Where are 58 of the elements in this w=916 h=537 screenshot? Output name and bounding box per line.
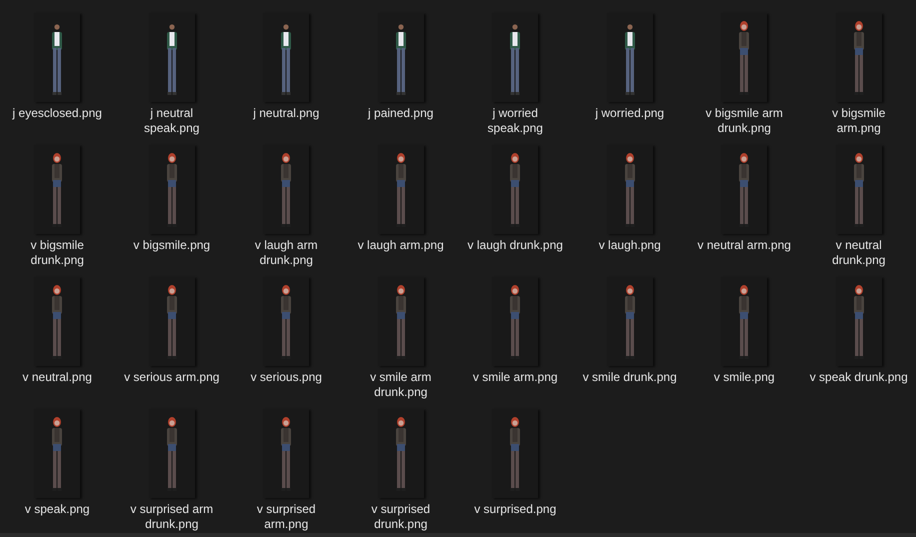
file-item[interactable]: v serious arm.png [114, 277, 229, 407]
file-name: v surprised.png [473, 502, 558, 517]
file-item[interactable]: v bigsmile arm.png [802, 13, 916, 143]
file-name: j pained.png [366, 106, 434, 121]
file-name: v smile.png [712, 370, 776, 385]
file-item[interactable]: v bigsmile arm drunk.png [687, 13, 802, 143]
file-name: v smile arm.png [472, 370, 559, 385]
file-item[interactable]: j neutral.png [229, 13, 344, 143]
file-name: v bigsmile arm.png [831, 106, 886, 136]
file-name: v speak drunk.png [808, 370, 909, 385]
file-item[interactable]: v surprised drunk.png [344, 409, 458, 533]
file-item[interactable]: v surprised arm drunk.png [114, 409, 229, 533]
file-name: j worried.png [594, 106, 666, 121]
file-name: j neutral speak.png [143, 106, 200, 136]
file-item[interactable]: v smile arm drunk.png [344, 277, 458, 407]
file-item[interactable]: j pained.png [344, 13, 458, 143]
file-name: v neutral arm.png [696, 238, 792, 253]
file-item[interactable]: j worried.png [572, 13, 687, 143]
file-name: v surprised arm drunk.png [129, 502, 214, 532]
file-name: v laugh drunk.png [466, 238, 564, 253]
file-name: j neutral.png [252, 106, 320, 121]
file-name: v bigsmile.png [132, 238, 212, 253]
file-item[interactable]: v surprised.png [458, 409, 572, 533]
file-name: v speak.png [24, 502, 91, 517]
file-item[interactable]: v laugh arm.png [344, 145, 458, 275]
file-item[interactable]: v serious.png [229, 277, 344, 407]
file-name: j eyesclosed.png [11, 106, 103, 121]
file-name: v smile drunk.png [582, 370, 678, 385]
file-item[interactable]: j neutral speak.png [114, 13, 229, 143]
file-item[interactable]: v speak drunk.png [802, 277, 916, 407]
file-item[interactable]: v bigsmile.png [114, 145, 229, 275]
file-item[interactable]: v neutral.png [0, 277, 114, 407]
file-item[interactable]: v neutral arm.png [687, 145, 802, 275]
file-name: v bigsmile drunk.png [30, 238, 85, 268]
file-name: v surprised drunk.png [370, 502, 432, 532]
file-item[interactable]: v smile drunk.png [572, 277, 687, 407]
file-name: v serious arm.png [123, 370, 220, 385]
file-item[interactable]: v surprised arm.png [229, 409, 344, 533]
file-item[interactable]: v smile arm.png [458, 277, 572, 407]
file-item[interactable]: v laugh drunk.png [458, 145, 572, 275]
file-item[interactable]: v neutral drunk.png [802, 145, 916, 275]
file-item[interactable]: v speak.png [0, 409, 114, 533]
file-name: v laugh arm.png [356, 238, 445, 253]
file-item[interactable]: v smile.png [687, 277, 802, 407]
file-item[interactable]: j eyesclosed.png [0, 13, 114, 143]
file-name: v laugh.png [598, 238, 662, 253]
file-name: v serious.png [250, 370, 323, 385]
file-name: v neutral drunk.png [831, 238, 886, 268]
file-name: j worried speak.png [486, 106, 544, 136]
file-name: v neutral.png [22, 370, 93, 385]
file-name: v bigsmile arm drunk.png [704, 106, 784, 136]
file-item[interactable]: j worried speak.png [458, 13, 572, 143]
file-name: v laugh arm drunk.png [254, 238, 319, 268]
file-name: v smile arm drunk.png [369, 370, 432, 400]
file-name: v surprised arm.png [256, 502, 317, 532]
file-item[interactable]: v bigsmile drunk.png [0, 145, 114, 275]
file-item[interactable]: v laugh.png [572, 145, 687, 275]
file-item[interactable]: v laugh arm drunk.png [229, 145, 344, 275]
